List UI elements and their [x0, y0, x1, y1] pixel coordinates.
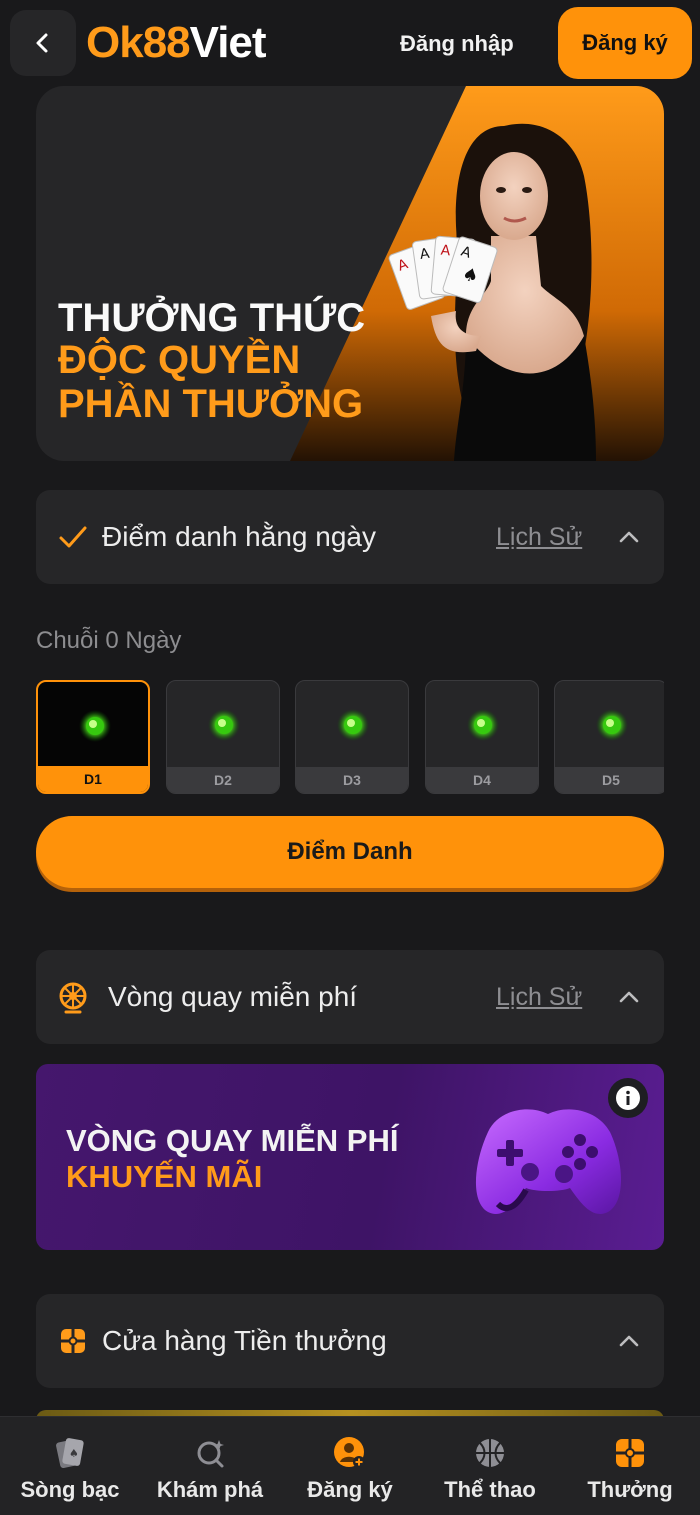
cards-icon: ♠	[56, 1438, 84, 1469]
gamepad-icon	[475, 1109, 621, 1214]
nav-label: Khám phá	[156, 1477, 264, 1502]
nav-label: Thưởng	[587, 1477, 673, 1502]
nav-label: Đăng ký	[307, 1477, 393, 1502]
day-tile[interactable]: D4	[425, 680, 539, 794]
history-link[interactable]: Lịch Sử	[496, 980, 582, 1014]
section-title: Cửa hàng Tiền thưởng	[102, 1325, 387, 1356]
section-title: Điểm danh hằng ngày	[102, 521, 376, 552]
streak-label: Chuỗi 0 Ngày	[36, 627, 182, 654]
history-link[interactable]: Lịch Sử	[496, 520, 582, 554]
hero-headline-line2: ĐỘC QUYỀN	[58, 338, 301, 382]
promo-subtitle: KHUYẾN MÃI	[66, 1159, 263, 1194]
section-title: Vòng quay miễn phí	[108, 981, 358, 1012]
chevron-up-icon[interactable]	[614, 982, 644, 1012]
chevron-up-icon[interactable]	[614, 1326, 644, 1356]
basketball-icon	[476, 1439, 504, 1467]
day-label: D2	[167, 767, 279, 793]
info-icon	[616, 1086, 640, 1110]
back-button[interactable]	[10, 10, 76, 76]
hero-headline-line3: PHẦN THƯỞNG	[58, 382, 364, 426]
nav-label: Sòng bạc	[20, 1477, 120, 1502]
promo-title: VÒNG QUAY MIỄN PHÍ	[66, 1123, 399, 1158]
bonus-store-header[interactable]: Cửa hàng Tiền thưởng	[36, 1294, 664, 1388]
nav-item-sports[interactable]: Thể thao	[420, 1417, 560, 1515]
gem-icon	[208, 709, 240, 741]
day-tile[interactable]: D2	[166, 680, 280, 794]
login-link[interactable]: Đăng nhập	[400, 28, 514, 60]
day-label: D5	[555, 767, 664, 793]
checkin-days-row: D1 D2 D3 D4 D5	[36, 680, 664, 796]
day-tile[interactable]: D5	[554, 680, 664, 794]
hero-headline-line1: THƯỞNG THỨC	[58, 296, 366, 340]
gift-icon	[616, 1439, 644, 1467]
register-button[interactable]: Đăng ký	[558, 7, 692, 79]
svg-text:♠: ♠	[69, 1447, 79, 1460]
svg-text:A: A	[440, 243, 451, 260]
top-header: Ok88Viet Đăng nhập Đăng ký	[0, 0, 700, 86]
nav-item-rewards[interactable]: Thưởng	[560, 1417, 700, 1515]
checkin-button[interactable]: Điểm Danh	[36, 816, 664, 888]
explore-icon	[197, 1440, 224, 1468]
gift-icon	[56, 1324, 90, 1358]
hero-banner[interactable]: A A A A ♠ THƯỞNG THỨC ĐỘC QUYỀN PHẦN THƯ…	[36, 86, 664, 461]
wheel-icon	[56, 980, 90, 1014]
nav-label: Thể thao	[444, 1477, 536, 1502]
day-label: D1	[38, 766, 148, 792]
gem-icon	[337, 709, 369, 741]
day-tile[interactable]: D1	[36, 680, 150, 794]
day-tile[interactable]: D3	[295, 680, 409, 794]
chevron-left-icon	[36, 33, 48, 53]
brand-logo[interactable]: Ok88Viet	[86, 18, 267, 68]
bottom-navigation: ♠ Sòng bạc Khám phá Đăng ký Thể thao Thư…	[0, 1416, 700, 1515]
info-button[interactable]	[608, 1078, 648, 1118]
free-spin-header[interactable]: Vòng quay miễn phí Lịch Sử	[36, 950, 664, 1044]
gem-icon	[596, 709, 628, 741]
free-spin-promo-banner[interactable]: VÒNG QUAY MIỄN PHÍ KHUYẾN MÃI	[36, 1064, 664, 1250]
nav-item-register[interactable]: Đăng ký	[280, 1417, 420, 1515]
gem-icon	[79, 710, 111, 742]
checkmark-icon	[56, 520, 90, 554]
day-label: D3	[296, 767, 408, 793]
gem-icon	[467, 709, 499, 741]
user-add-icon	[334, 1437, 365, 1468]
nav-item-casino[interactable]: ♠ Sòng bạc	[0, 1417, 140, 1515]
chevron-up-icon[interactable]	[614, 522, 644, 552]
daily-checkin-header[interactable]: Điểm danh hằng ngày Lịch Sử	[36, 490, 664, 584]
day-label: D4	[426, 767, 538, 793]
nav-item-explore[interactable]: Khám phá	[140, 1417, 280, 1515]
